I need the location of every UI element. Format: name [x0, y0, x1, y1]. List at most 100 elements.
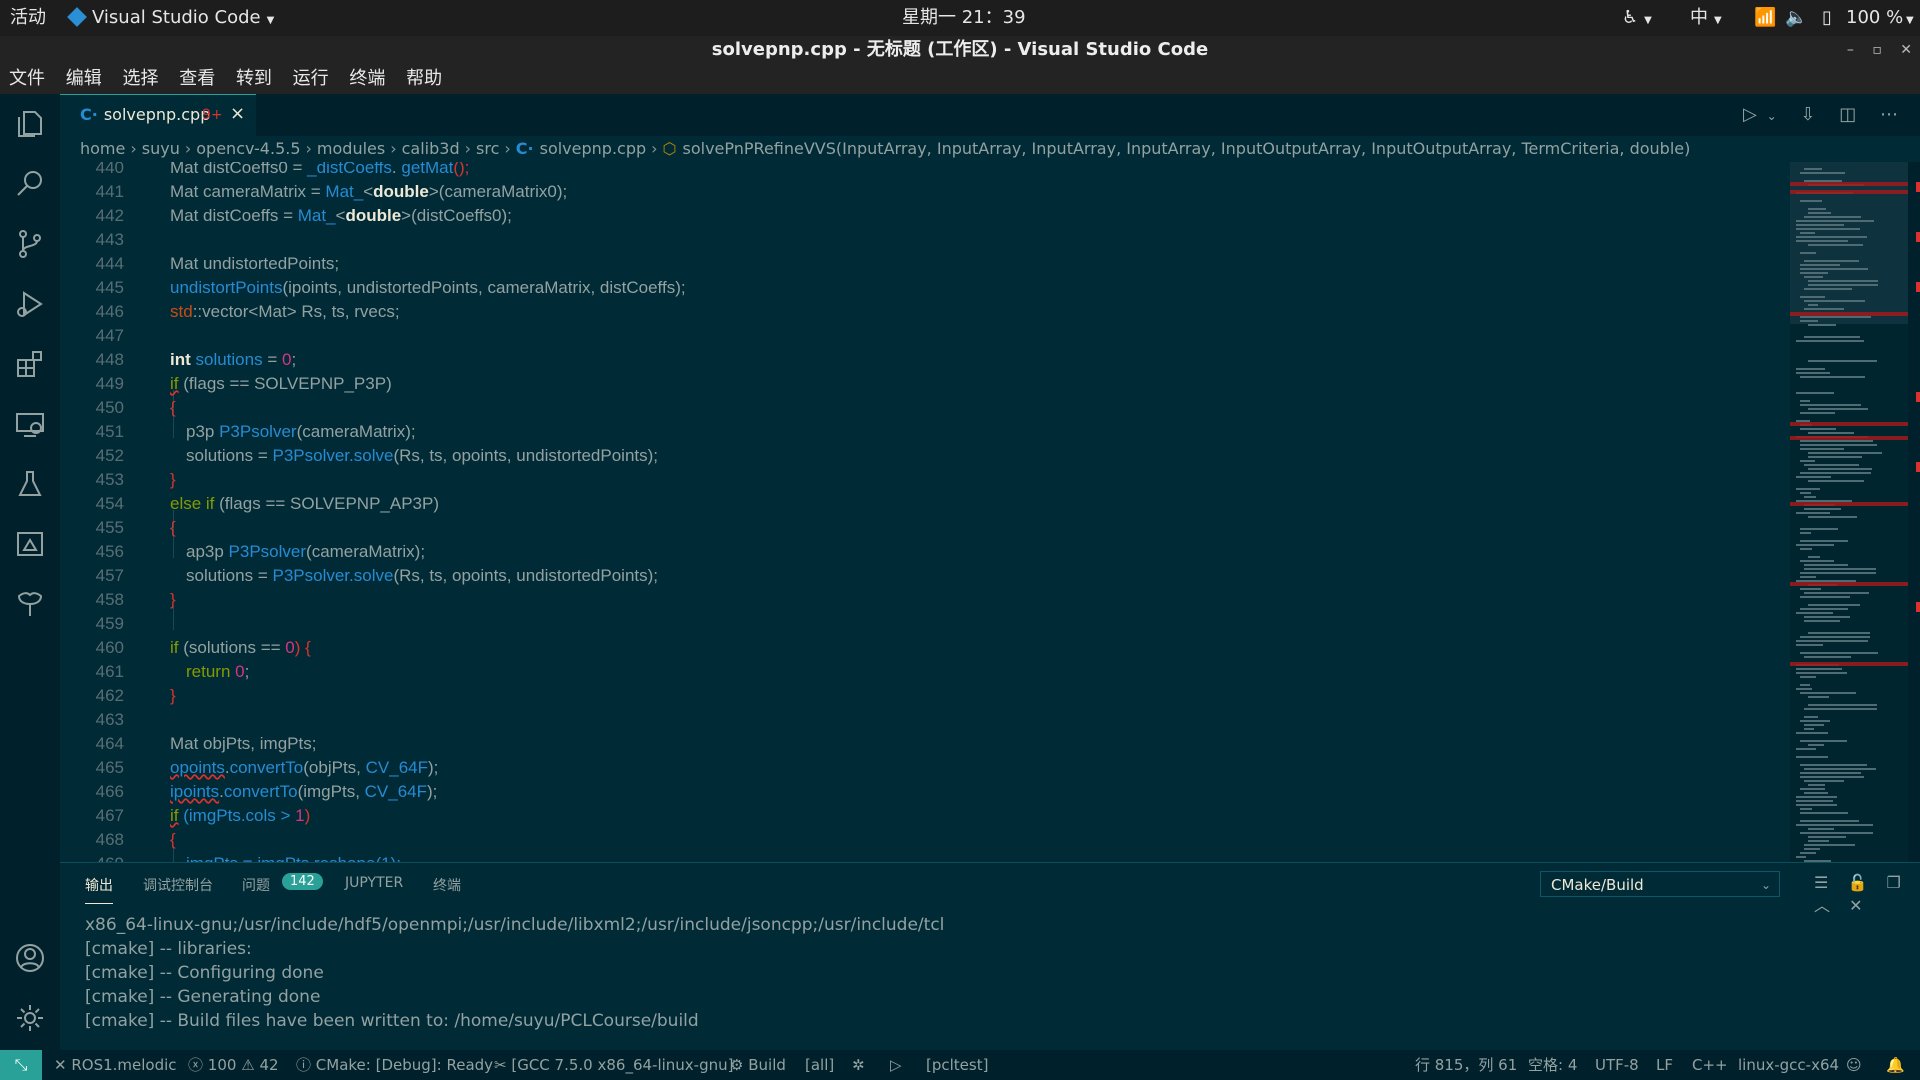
- accessibility-menu[interactable]: ♿ ▼: [1622, 0, 1652, 36]
- cmake-status[interactable]: ⓘ CMake: [Debug]: Ready: [296, 1050, 493, 1080]
- debug-bug-icon[interactable]: ✲: [852, 1050, 865, 1080]
- output-channel-select[interactable]: CMake/Build ⌄: [1540, 871, 1780, 897]
- launch-play-icon[interactable]: ▷: [890, 1050, 902, 1080]
- launch-target[interactable]: [pcltest]: [926, 1050, 988, 1080]
- minimap-line: [1800, 316, 1871, 318]
- minimap-line: [1808, 212, 1831, 214]
- run-file-icon[interactable]: ▷: [1743, 104, 1757, 125]
- minimap-line: [1808, 280, 1878, 282]
- settings-gear-icon[interactable]: [12, 1000, 48, 1036]
- build-button[interactable]: ⚙ Build: [730, 1050, 786, 1080]
- breadcrumb-modules[interactable]: modules: [317, 139, 385, 158]
- breadcrumb-src[interactable]: src: [476, 139, 499, 158]
- more-actions-icon[interactable]: ⋯: [1880, 104, 1898, 125]
- menu-edit[interactable]: 编辑: [66, 64, 102, 94]
- open-log-icon[interactable]: ❐: [1886, 873, 1900, 892]
- caret-down-icon[interactable]: ▼: [1900, 0, 1914, 36]
- language-mode[interactable]: C++: [1692, 1050, 1728, 1080]
- feedback-icon[interactable]: ☺: [1846, 1050, 1862, 1080]
- notifications-bell-icon[interactable]: 🔔: [1886, 1050, 1905, 1080]
- end-of-line[interactable]: LF: [1656, 1050, 1673, 1080]
- minimap-line: [1800, 320, 1818, 322]
- minimap-line: [1804, 616, 1850, 618]
- menu-help[interactable]: 帮助: [406, 64, 442, 94]
- activities-button[interactable]: 活动: [10, 0, 46, 36]
- editor-scrollbar[interactable]: [1908, 162, 1920, 862]
- editor-tab-bar: C· solvepnp.cpp 9+ × ▷ ⌄ ⇩ ◫ ⋯: [60, 94, 1920, 137]
- tab-solvepnp-cpp[interactable]: C· solvepnp.cpp 9+ ×: [60, 94, 256, 137]
- clock[interactable]: 星期一 21：39: [902, 0, 1026, 36]
- caret-down-icon: ▼: [1644, 15, 1652, 26]
- tab-output[interactable]: 输出: [85, 875, 113, 904]
- encoding[interactable]: UTF-8: [1595, 1050, 1639, 1080]
- wifi-icon[interactable]: 📶: [1754, 0, 1776, 36]
- breadcrumb-calib3d[interactable]: calib3d: [402, 139, 460, 158]
- cpp-configuration[interactable]: linux-gcc-x64: [1738, 1050, 1839, 1080]
- accounts-icon[interactable]: [12, 940, 48, 976]
- code-editor[interactable]: 440 Mat distCoeffs0 = _distCoeffs. getMat…: [60, 162, 1790, 862]
- breadcrumb-home[interactable]: home: [80, 139, 125, 158]
- explorer-icon[interactable]: [12, 106, 48, 142]
- breadcrumb-symbol[interactable]: solvePnPRefineVVS(InputArray, InputArray…: [683, 139, 1691, 158]
- breadcrumb-file[interactable]: solvepnp.cpp: [540, 139, 647, 158]
- scrollbar-error-marker: [1916, 392, 1920, 402]
- menu-terminal[interactable]: 终端: [349, 64, 385, 94]
- close-window-icon[interactable]: ✕: [1900, 42, 1912, 58]
- run-debug-icon[interactable]: [12, 286, 48, 322]
- input-method-menu[interactable]: 中 ▼: [1690, 0, 1722, 36]
- minimap-line: [1808, 360, 1877, 362]
- tab-problems[interactable]: 问题: [242, 875, 270, 895]
- minimap-line: [1804, 564, 1848, 566]
- extensions-icon[interactable]: [12, 346, 48, 382]
- tab-jupyter[interactable]: JUPYTER: [345, 875, 403, 891]
- minimap-error-highlight: [1790, 190, 1908, 194]
- breadcrumb-opencv[interactable]: opencv-4.5.5: [196, 139, 300, 158]
- tab-terminal[interactable]: 终端: [433, 875, 461, 895]
- chevron-right-icon: ›: [305, 139, 312, 158]
- maximize-icon[interactable]: ▫: [1872, 42, 1882, 58]
- app-menu[interactable]: Visual Studio Code ▼: [67, 0, 274, 36]
- minimap-line: [1800, 560, 1834, 562]
- maximize-panel-icon[interactable]: ︿: [1814, 896, 1830, 915]
- minimap-line: [1800, 440, 1873, 442]
- chevron-down-icon[interactable]: ⌄: [1767, 109, 1777, 123]
- tab-debug-console[interactable]: 调试控制台: [143, 875, 213, 895]
- source-control-icon[interactable]: [12, 226, 48, 262]
- minimap-line: [1800, 608, 1848, 610]
- minimap-line: [1804, 288, 1852, 290]
- tree-icon[interactable]: [12, 586, 48, 622]
- minimap-line: [1808, 556, 1820, 558]
- menu-view[interactable]: 查看: [179, 64, 215, 94]
- breadcrumb-suyu[interactable]: suyu: [142, 139, 180, 158]
- minimap-line: [1796, 228, 1860, 230]
- menu-file[interactable]: 文件: [9, 64, 45, 94]
- source-control-compare-icon[interactable]: ⇩: [1800, 104, 1815, 125]
- split-editor-icon[interactable]: ◫: [1839, 104, 1856, 125]
- ros-status[interactable]: ✕ ROS1.melodic: [54, 1050, 177, 1080]
- menu-selection[interactable]: 选择: [122, 64, 158, 94]
- menu-run[interactable]: 运行: [293, 64, 329, 94]
- cursor-position[interactable]: 行 815，列 61: [1415, 1050, 1517, 1080]
- minimap-line: [1804, 216, 1861, 218]
- search-icon[interactable]: [12, 166, 48, 202]
- cpp-file-icon: C·: [515, 139, 534, 158]
- battery-icon[interactable]: ▯: [1822, 0, 1832, 36]
- volume-icon[interactable]: 🔈: [1785, 0, 1807, 36]
- close-panel-icon[interactable]: ✕: [1849, 896, 1862, 915]
- build-target[interactable]: [all]: [805, 1050, 834, 1080]
- minimap-line: [1796, 236, 1867, 238]
- problems-status[interactable]: ⓧ 100 ⚠ 42: [188, 1050, 279, 1080]
- minimap[interactable]: [1790, 162, 1908, 862]
- testing-icon[interactable]: [12, 466, 48, 502]
- minimap-line: [1796, 688, 1812, 690]
- lock-scroll-icon[interactable]: 🔓: [1847, 873, 1867, 892]
- clear-output-icon[interactable]: ☰: [1814, 873, 1828, 892]
- kit-status[interactable]: ✂ [GCC 7.5.0 x86_64-linux-gnu]: [494, 1050, 733, 1080]
- minimize-icon[interactable]: –: [1847, 42, 1854, 58]
- indentation[interactable]: 空格: 4: [1528, 1050, 1577, 1080]
- cmake-icon[interactable]: [12, 526, 48, 562]
- menu-go[interactable]: 转到: [236, 64, 272, 94]
- remote-explorer-icon[interactable]: [12, 406, 48, 442]
- tab-close-icon[interactable]: ×: [230, 103, 245, 124]
- remote-indicator-icon[interactable]: ⤡: [0, 1050, 42, 1080]
